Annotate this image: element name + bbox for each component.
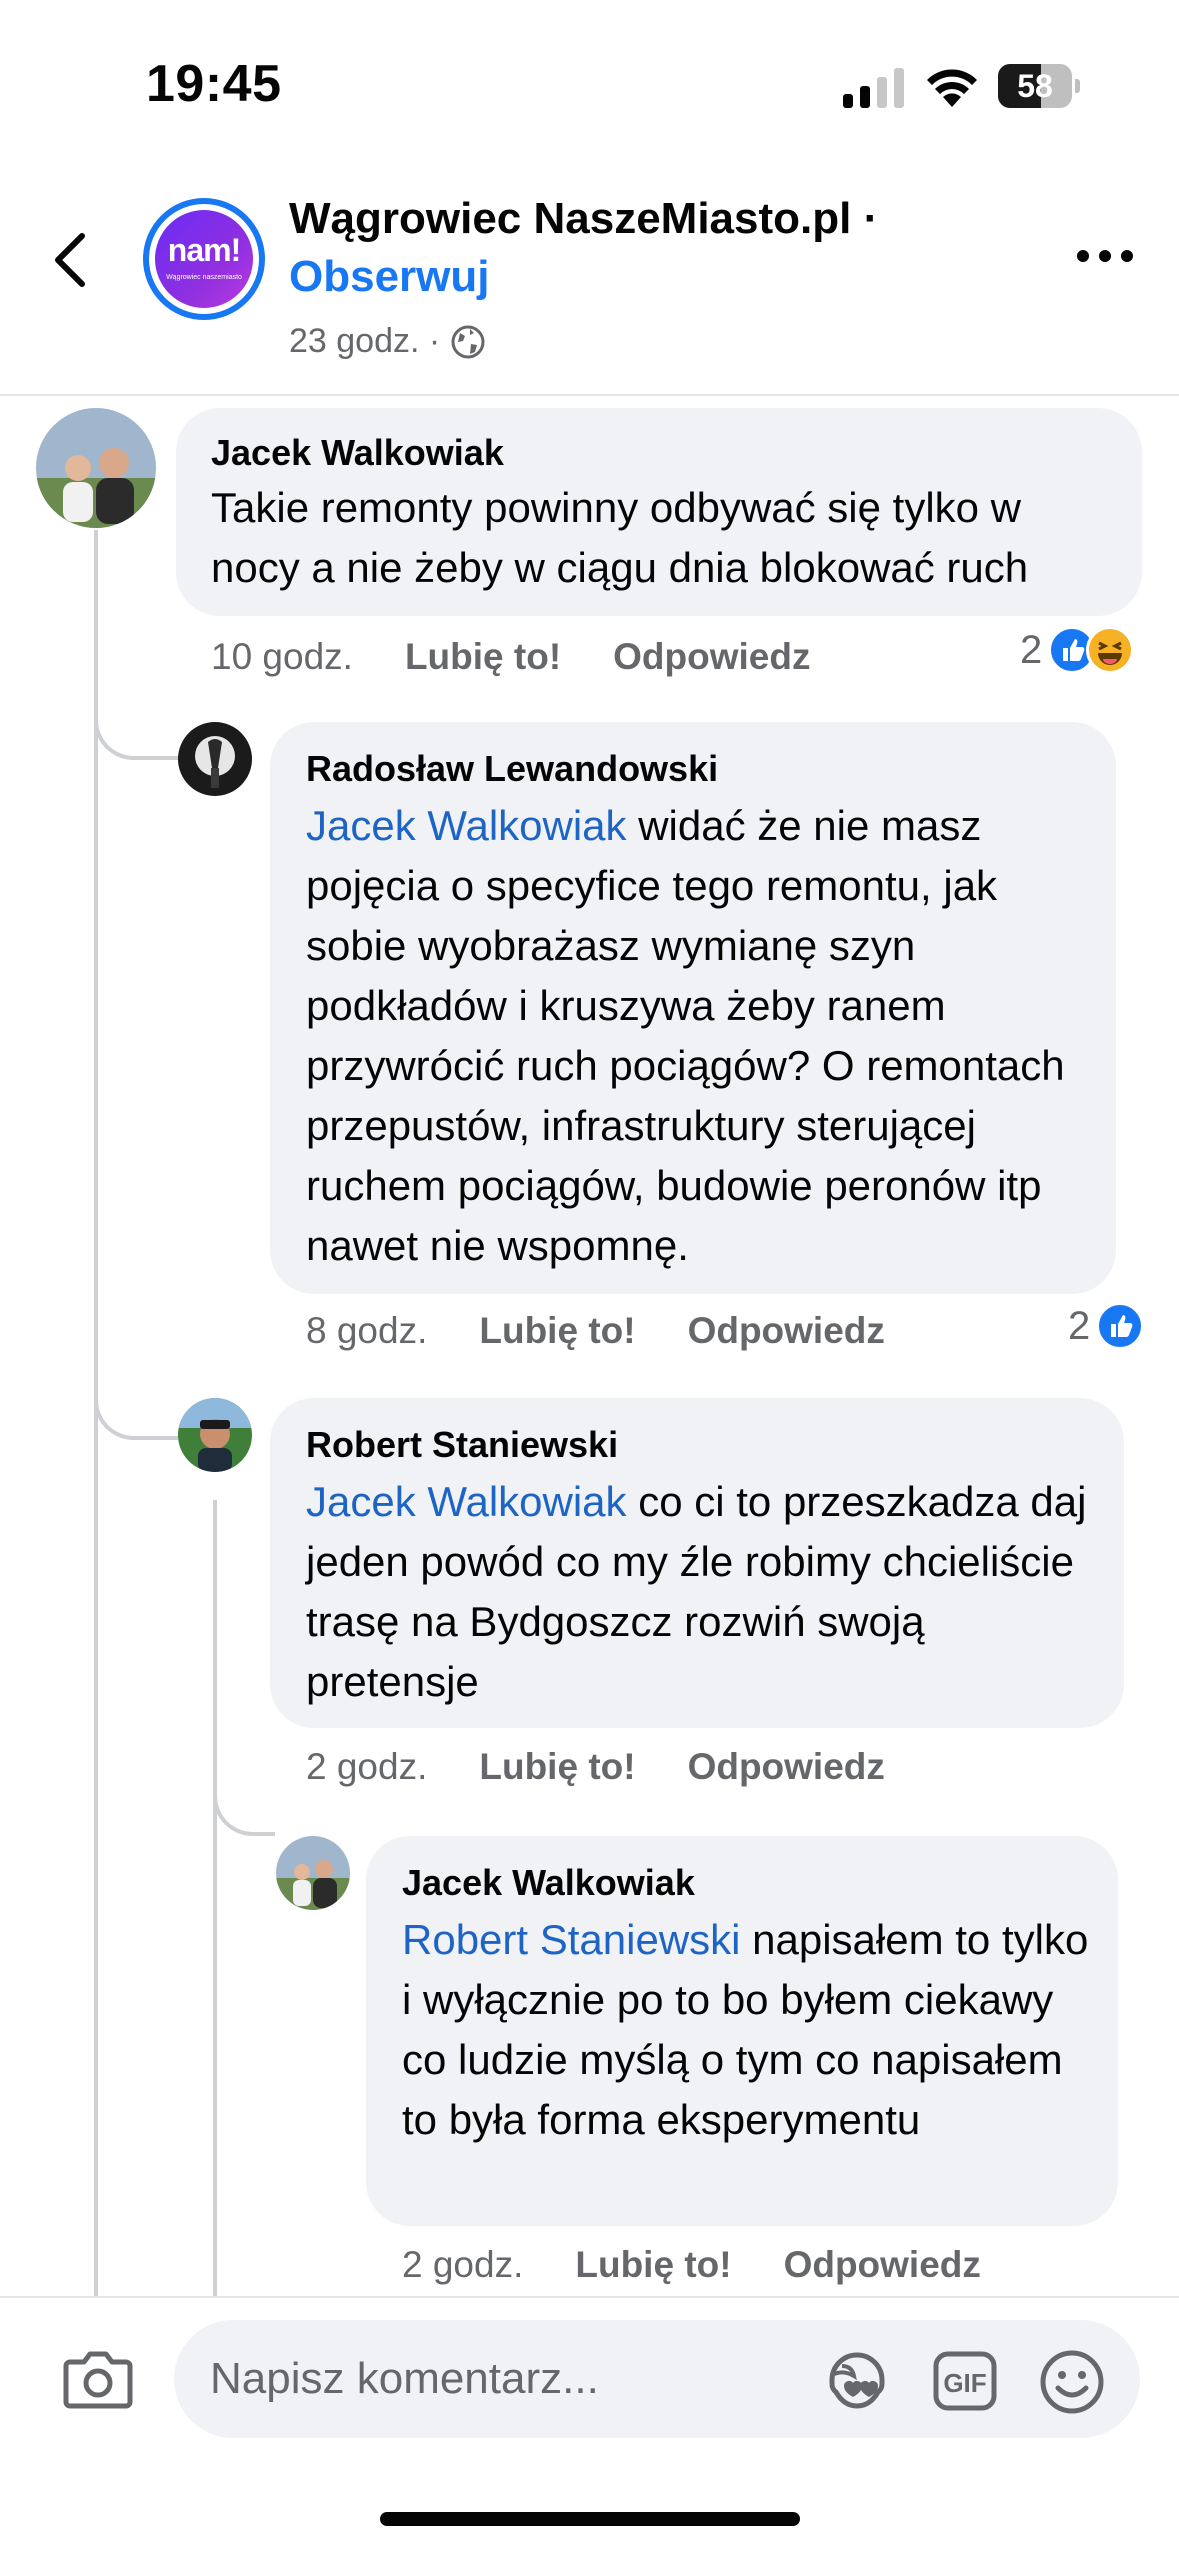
globe-icon: [451, 325, 485, 358]
comment-input-placeholder: Napisz komentarz...: [210, 2354, 599, 2403]
comment-text: Takie remonty powinny odbywać się tylko …: [211, 484, 1029, 591]
status-bar: 19:45 58: [0, 0, 1179, 170]
post-time: 23 godz. ·: [289, 322, 441, 360]
haha-icon: [1086, 626, 1135, 674]
comment-time: 10 godz.: [211, 636, 353, 677]
header-divider: [0, 394, 1179, 396]
reaction-summary[interactable]: 2: [1020, 626, 1135, 674]
avatar[interactable]: [178, 722, 252, 796]
reply-button[interactable]: Odpowiedz: [688, 1746, 885, 1788]
page-logo-subtext: Wągrowiec naszemiasto: [166, 274, 242, 281]
comment-mention[interactable]: Jacek Walkowiak: [306, 1478, 627, 1525]
comment-time: 2 godz.: [402, 2244, 524, 2285]
emoji-icon[interactable]: [1038, 2348, 1106, 2416]
like-button[interactable]: Lubię to!: [575, 2244, 731, 2286]
page-name[interactable]: Wągrowiec NaszeMiasto.pl ·: [289, 194, 878, 244]
wifi-icon: [927, 69, 977, 107]
reaction-summary[interactable]: 2: [1068, 1302, 1145, 1350]
back-button[interactable]: [44, 220, 94, 300]
comment-author[interactable]: Jacek Walkowiak: [211, 432, 504, 474]
home-indicator[interactable]: [380, 2512, 800, 2526]
reply-button[interactable]: Odpowiedz: [688, 1310, 885, 1352]
thread-line-nested: [213, 1500, 217, 2296]
thread-connector: [94, 690, 178, 760]
avatar[interactable]: [178, 1398, 252, 1472]
like-button[interactable]: Lubię to!: [479, 1310, 635, 1352]
battery-icon: 58: [998, 64, 1080, 108]
comment-mention[interactable]: Jacek Walkowiak: [306, 802, 627, 849]
like-icon: [1096, 1302, 1145, 1350]
comment-time: 8 godz.: [306, 1310, 428, 1351]
page-avatar[interactable]: nam! Wągrowiec naszemiasto: [143, 198, 265, 320]
comment-actions: 2 godz. Lubię to! Odpowiedz: [402, 2244, 981, 2286]
page-logo-text: nam!: [167, 232, 241, 268]
battery-level: 58: [1017, 68, 1053, 104]
comment-actions: 8 godz. Lubię to! Odpowiedz: [306, 1310, 885, 1352]
more-options-icon[interactable]: [1073, 244, 1137, 268]
comment-author[interactable]: Radosław Lewandowski: [306, 748, 718, 790]
thread-connector: [94, 1370, 178, 1440]
reaction-count: 2: [1068, 1303, 1091, 1348]
thread-connector: [213, 1780, 275, 1836]
avatar-sticker-icon[interactable]: [822, 2350, 892, 2412]
reply-button[interactable]: Odpowiedz: [613, 636, 810, 678]
post-header: nam! Wągrowiec naszemiasto Wągrowiec Nas…: [0, 170, 1179, 396]
comment-author[interactable]: Jacek Walkowiak: [402, 1862, 695, 1904]
like-button[interactable]: Lubię to!: [405, 636, 561, 678]
avatar[interactable]: [276, 1836, 350, 1910]
comment-actions: 10 godz. Lubię to! Odpowiedz: [211, 636, 810, 678]
comment-text: Robert Staniewski napisałem to tylko i w…: [402, 1916, 1089, 2143]
cellular-signal-icon: [843, 68, 904, 108]
post-meta: 23 godz. ·: [289, 322, 486, 361]
gif-icon[interactable]: GIF: [930, 2350, 1000, 2412]
comment-text: Jacek Walkowiak co ci to przeszkadza daj…: [306, 1478, 1087, 1705]
comment-actions: 2 godz. Lubię to! Odpowiedz: [306, 1746, 885, 1788]
avatar[interactable]: [36, 408, 156, 528]
comment-author[interactable]: Robert Staniewski: [306, 1424, 618, 1466]
like-button[interactable]: Lubię to!: [479, 1746, 635, 1788]
comment-mention[interactable]: Robert Staniewski: [402, 1916, 740, 1963]
camera-icon[interactable]: [62, 2346, 134, 2410]
reaction-count: 2: [1020, 627, 1043, 672]
reply-button[interactable]: Odpowiedz: [784, 2244, 981, 2286]
gif-label: GIF: [943, 2368, 986, 2398]
comment-time: 2 godz.: [306, 1746, 428, 1787]
status-time: 19:45: [146, 55, 282, 113]
comment-text: Jacek Walkowiak widać że nie masz pojęci…: [306, 802, 1065, 1269]
follow-button[interactable]: Obserwuj: [289, 252, 490, 302]
